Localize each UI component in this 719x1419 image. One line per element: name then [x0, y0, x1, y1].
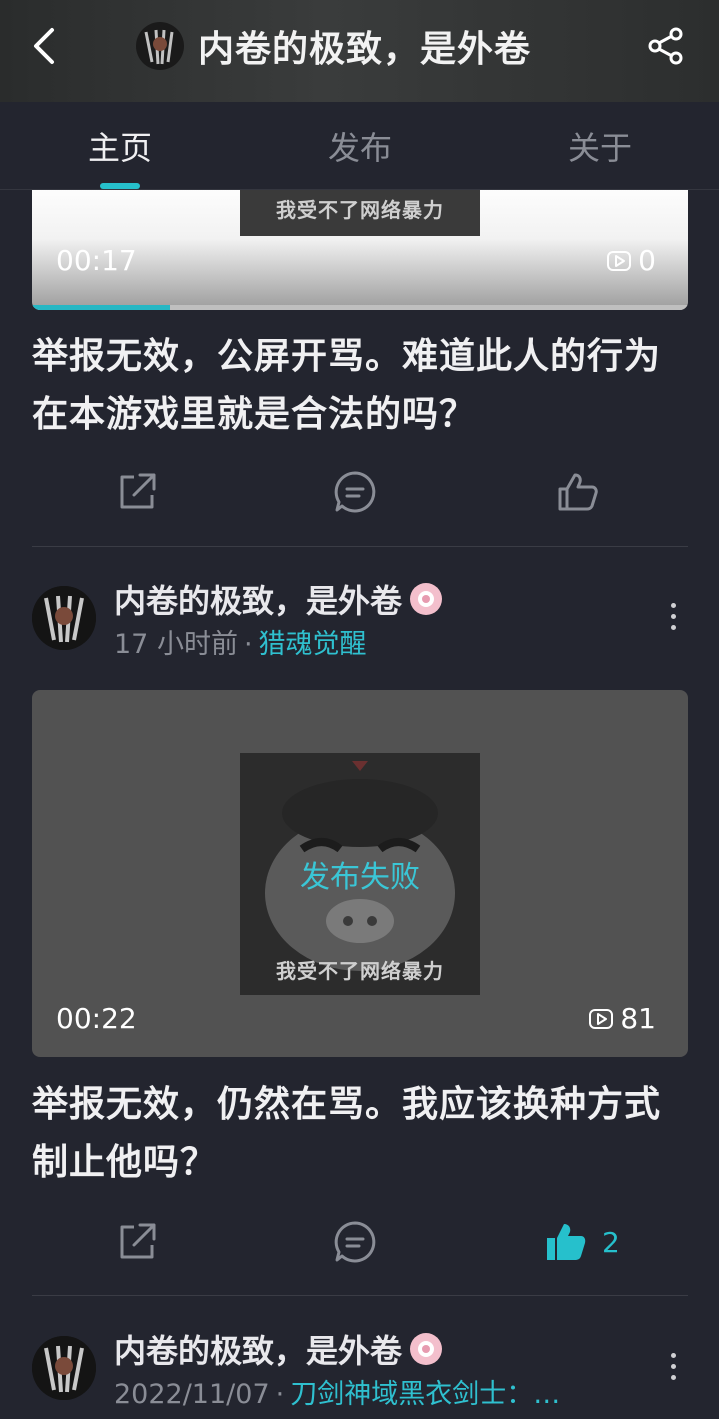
avatar[interactable]	[32, 1336, 96, 1400]
post-time: 17 小时前	[114, 629, 238, 660]
post-author-row: 内卷的极致，是外卷 17 小时前 · 猎魂觉醒	[32, 582, 688, 660]
post-author-row: 内卷的极致，是外卷 2022/11/07 · 刀剑神域黑衣剑士：…	[32, 1332, 688, 1410]
share-button[interactable]	[642, 22, 690, 70]
user-badge-icon	[410, 1333, 443, 1365]
video-views: 0	[606, 244, 656, 277]
user-badge-icon	[410, 583, 443, 615]
avatar[interactable]	[32, 586, 96, 650]
tab-home-label: 主页	[87, 129, 152, 167]
comment-button[interactable]	[333, 462, 377, 522]
back-button[interactable]	[22, 22, 66, 70]
more-options-button[interactable]	[658, 596, 688, 636]
post-divider	[32, 546, 688, 547]
post-topic-link[interactable]: 猎魂觉醒	[259, 629, 367, 660]
comment-icon	[334, 1221, 376, 1263]
post-topic-link[interactable]: 刀剑神域黑衣剑士：…	[290, 1379, 560, 1410]
comment-icon	[334, 471, 376, 513]
share-post-button[interactable]	[116, 1212, 158, 1272]
author-name: 内卷的极致，是外卷	[114, 582, 403, 620]
like-button[interactable]: 2	[544, 1212, 620, 1272]
page-title: 内卷的极致，是外卷	[198, 29, 532, 70]
video-view-icon	[607, 250, 632, 271]
post-meta: 2022/11/07 · 刀剑神域黑衣剑士：…	[114, 1372, 560, 1411]
video-view-icon	[589, 1008, 614, 1029]
like-button[interactable]	[556, 462, 600, 522]
author-name: 内卷的极致，是外卷	[114, 1332, 403, 1370]
post-divider	[32, 1295, 688, 1296]
post-title[interactable]: 举报无效，公屏开骂。难道此人的行为在本游戏里就是合法的吗？	[32, 328, 688, 444]
comment-button[interactable]	[333, 1212, 377, 1272]
more-icon	[670, 602, 676, 630]
like-icon	[558, 473, 598, 511]
video-player[interactable]: 我受不了网络暴力 发布失败 00:22 81	[32, 690, 688, 1057]
video-progress-fill	[32, 305, 170, 310]
video-views: 81	[588, 1002, 656, 1035]
video-thumbnail: 我受不了网络暴力	[240, 190, 480, 236]
like-count: 2	[602, 1225, 620, 1259]
active-tab-indicator	[100, 183, 140, 189]
post-actions	[0, 462, 719, 522]
post-meta: 17 小时前 · 猎魂觉醒	[114, 622, 367, 661]
thumbnail-caption: 我受不了网络暴力	[276, 198, 444, 222]
meta-separator: ·	[275, 1379, 285, 1410]
video-views-count: 0	[638, 244, 656, 277]
top-header: 内卷的极致，是外卷	[0, 0, 719, 102]
tab-publish[interactable]: 发布	[240, 102, 480, 190]
meta-separator: ·	[243, 629, 253, 660]
video-duration: 00:17	[56, 244, 137, 277]
post-time: 2022/11/07	[114, 1379, 270, 1410]
back-arrow-icon	[34, 28, 54, 64]
more-options-button[interactable]	[658, 1346, 688, 1386]
post-title[interactable]: 举报无效，仍然在骂。我应该换种方式制止他吗？	[32, 1076, 688, 1192]
post-actions: 2	[0, 1212, 719, 1272]
external-share-icon	[120, 1223, 156, 1259]
publish-failed-status: 发布失败	[300, 860, 420, 895]
video-thumbnail: 我受不了网络暴力 发布失败	[240, 753, 480, 995]
author-name-row[interactable]: 内卷的极致，是外卷	[114, 576, 443, 622]
share-icon	[648, 27, 683, 65]
feed: 我受不了网络暴力 00:17 0 举报无效，公屏开骂。难道此人的行为在本游戏里就…	[0, 190, 719, 1419]
author-name-row[interactable]: 内卷的极致，是外卷	[114, 1326, 443, 1372]
video-views-count: 81	[620, 1002, 656, 1035]
tab-publish-label: 发布	[327, 129, 392, 167]
header-title-group: 内卷的极致，是外卷	[136, 20, 531, 72]
tab-home[interactable]: 主页	[0, 102, 240, 190]
more-icon	[670, 1352, 676, 1380]
share-post-button[interactable]	[116, 462, 158, 522]
external-share-icon	[120, 473, 156, 509]
tab-bar: 主页 发布 关于	[0, 102, 719, 190]
video-player[interactable]: 我受不了网络暴力 00:17 0	[32, 190, 688, 310]
tab-about[interactable]: 关于	[480, 102, 719, 190]
tab-about-label: 关于	[567, 129, 632, 167]
like-icon	[547, 1224, 586, 1260]
video-duration: 00:22	[56, 1002, 137, 1035]
header-avatar	[136, 22, 184, 70]
